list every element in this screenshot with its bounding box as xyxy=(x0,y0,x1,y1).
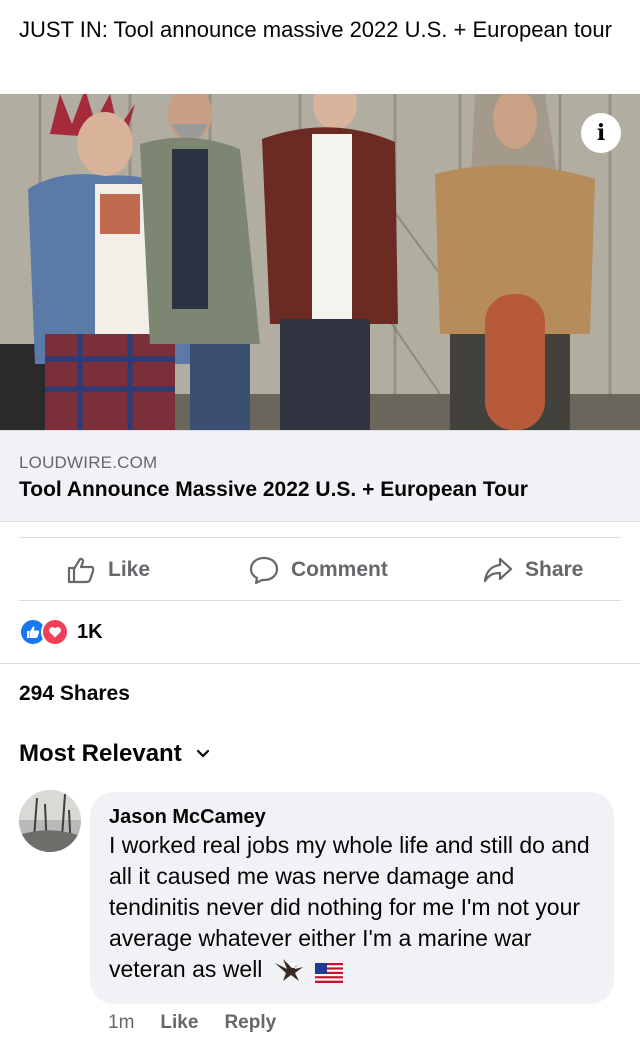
post-text: JUST IN: Tool announce massive 2022 U.S.… xyxy=(19,17,612,42)
avatar[interactable] xyxy=(19,790,81,852)
post-image[interactable]: i xyxy=(0,94,640,430)
info-icon[interactable]: i xyxy=(581,113,621,153)
share-icon xyxy=(483,557,513,583)
comment-body: I worked real jobs my whole life and sti… xyxy=(109,832,590,982)
reaction-summary[interactable]: 1K xyxy=(19,618,103,646)
link-domain: LOUDWIRE.COM xyxy=(19,453,158,472)
link-preview-card[interactable]: LOUDWIRE.COM Tool Announce Massive 2022 … xyxy=(0,430,640,522)
thumbs-up-icon xyxy=(67,557,95,584)
chevron-down-icon xyxy=(196,749,209,758)
divider xyxy=(19,600,621,601)
comment-meta: 1m Like Reply xyxy=(108,1012,276,1034)
comment-text: I worked real jobs my whole life and sti… xyxy=(109,830,604,991)
comment-icon xyxy=(249,556,279,585)
divider xyxy=(19,537,621,538)
us-flag-emoji-icon xyxy=(315,960,344,991)
comment-bubble: Jason McCamey I worked real jobs my whol… xyxy=(90,792,614,1004)
like-button[interactable]: Like xyxy=(66,552,150,588)
band-photo xyxy=(0,94,640,430)
eagle-emoji-icon xyxy=(273,957,305,991)
like-label: Like xyxy=(108,558,151,581)
comment-timestamp[interactable]: 1m xyxy=(108,1012,134,1034)
share-count[interactable]: 294 Shares xyxy=(19,682,130,706)
comment-reply-button[interactable]: Reply xyxy=(224,1012,276,1034)
comment-button[interactable]: Comment xyxy=(249,552,388,588)
comment-author[interactable]: Jason McCamey xyxy=(109,806,266,829)
love-reaction-icon xyxy=(41,618,69,646)
avatar-image xyxy=(19,790,81,852)
share-button[interactable]: Share xyxy=(483,552,583,588)
divider xyxy=(0,663,640,664)
comment-sort-dropdown[interactable]: Most Relevant xyxy=(19,740,210,768)
share-label: Share xyxy=(525,558,584,581)
comment-like-button[interactable]: Like xyxy=(160,1012,198,1034)
link-title[interactable]: Tool Announce Massive 2022 U.S. + Europe… xyxy=(19,478,528,502)
comment-label: Comment xyxy=(291,558,388,581)
sort-label: Most Relevant xyxy=(19,740,182,767)
reaction-count: 1K xyxy=(77,620,103,643)
